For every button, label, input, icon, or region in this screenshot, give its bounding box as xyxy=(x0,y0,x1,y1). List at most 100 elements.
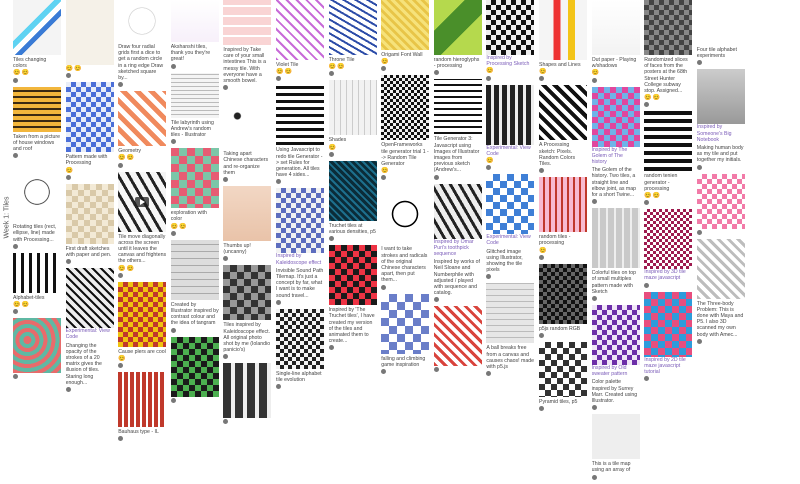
reaction-emoji[interactable]: 😊😊 xyxy=(171,224,219,230)
tile-card[interactable]: The Three-body Problem: This is done wit… xyxy=(696,238,745,344)
tile-card[interactable]: A Processing sketch: Pixels. Random Colo… xyxy=(539,85,587,174)
avatar[interactable] xyxy=(118,436,124,442)
inspiration-link[interactable]: Inspired by 3D tile maze javascript xyxy=(644,269,692,281)
tile-card[interactable]: 😊😊 xyxy=(65,0,114,79)
tile-card[interactable]: Akshanshi tiles, thank you they're great… xyxy=(170,0,219,69)
avatar[interactable] xyxy=(13,243,18,249)
tile-card[interactable]: p5js random RGB xyxy=(539,263,587,339)
tile-thumbnail[interactable] xyxy=(13,0,61,55)
avatar[interactable] xyxy=(433,174,439,180)
tile-card[interactable]: random tenien generator - processing 😊😊 xyxy=(644,111,693,206)
tile-card[interactable]: falling and climbing game inspiration xyxy=(381,293,430,375)
tile-thumbnail[interactable] xyxy=(381,75,430,141)
avatar[interactable] xyxy=(65,259,71,265)
avatar[interactable] xyxy=(118,82,124,88)
avatar[interactable] xyxy=(433,297,439,303)
avatar[interactable] xyxy=(328,151,334,157)
inspiration-link[interactable]: Inspired by Kaleidoscope effect xyxy=(276,253,324,265)
avatar[interactable] xyxy=(13,309,18,315)
reaction-emoji[interactable]: 😊 xyxy=(486,68,534,74)
tile-thumbnail[interactable] xyxy=(276,0,324,60)
tile-thumbnail[interactable] xyxy=(486,174,535,235)
avatar[interactable] xyxy=(539,254,544,260)
tile-thumbnail[interactable] xyxy=(381,184,430,245)
avatar[interactable] xyxy=(328,345,334,351)
tile-card[interactable] xyxy=(223,363,272,425)
avatar[interactable] xyxy=(644,376,650,382)
inspiration-link[interactable]: Experimental: View Code xyxy=(66,328,114,340)
tile-card[interactable]: OpenFrameworks tile generator trial 1 --… xyxy=(381,75,430,181)
avatar[interactable] xyxy=(381,369,387,375)
avatar[interactable] xyxy=(539,406,544,412)
avatar[interactable] xyxy=(276,179,281,185)
tile-thumbnail[interactable] xyxy=(539,342,587,398)
tile-thumbnail[interactable] xyxy=(223,265,272,321)
tile-card[interactable]: Inspired by 'The Truchet tiles', I have … xyxy=(328,245,377,351)
avatar[interactable] xyxy=(696,338,702,344)
tile-card[interactable]: Inspired by 2D tile maze javascript tuto… xyxy=(644,291,693,382)
tile-card[interactable]: Pattern made with Processing 😊 xyxy=(65,82,114,180)
avatar[interactable] xyxy=(118,272,124,278)
tile-card[interactable]: Taking apart Chinese characters and re-o… xyxy=(223,94,272,183)
inspiration-link[interactable]: Inspired by Old sweater pattern xyxy=(592,365,640,377)
tile-card[interactable]: Shades 😊 xyxy=(328,80,377,157)
tile-thumbnail[interactable] xyxy=(539,0,587,60)
tile-thumbnail[interactable] xyxy=(276,85,324,146)
tile-thumbnail[interactable] xyxy=(433,183,482,239)
reaction-emoji[interactable]: 😊😊 xyxy=(644,193,692,199)
avatar[interactable] xyxy=(381,66,387,72)
avatar[interactable] xyxy=(276,299,281,305)
avatar[interactable] xyxy=(486,75,492,81)
inspiration-link[interactable]: Experimental: View Code xyxy=(486,234,534,246)
tile-thumbnail[interactable] xyxy=(170,0,219,42)
reaction-emoji[interactable]: 😊😊 xyxy=(644,95,692,101)
avatar[interactable] xyxy=(223,85,229,91)
avatar[interactable] xyxy=(118,162,124,168)
tile-thumbnail[interactable] xyxy=(644,111,693,172)
tile-thumbnail[interactable] xyxy=(696,69,745,125)
avatar[interactable] xyxy=(223,177,229,183)
tile-thumbnail[interactable] xyxy=(591,86,640,147)
tile-card[interactable] xyxy=(433,306,482,373)
tile-card[interactable]: Tiles inspired by Kaleidoscope effect. A… xyxy=(223,265,272,360)
inspiration-link[interactable]: Inspired by Omar Puri's toothpick sequen… xyxy=(434,239,482,258)
tile-card[interactable]: Colorful tiles on top of small multiples… xyxy=(591,208,640,302)
tile-thumbnail[interactable] xyxy=(276,308,324,369)
tile-thumbnail[interactable] xyxy=(539,177,587,233)
tile-thumbnail[interactable] xyxy=(223,363,272,419)
tile-card[interactable]: Pyramid tiles, p5 xyxy=(539,342,587,412)
tile-thumbnail[interactable] xyxy=(328,0,377,55)
tile-thumbnail[interactable] xyxy=(65,268,114,329)
avatar[interactable] xyxy=(170,397,176,403)
avatar[interactable] xyxy=(591,296,597,302)
avatar[interactable] xyxy=(276,384,281,390)
tile-card[interactable] xyxy=(170,336,219,403)
tile-card[interactable]: Tiles changing colors 😊😊 xyxy=(13,0,61,83)
tile-card[interactable]: Geometry 😊😊 xyxy=(118,91,167,168)
avatar[interactable] xyxy=(539,76,544,82)
avatar[interactable] xyxy=(328,236,334,242)
tile-thumbnail[interactable] xyxy=(644,209,693,270)
reaction-emoji[interactable]: 😊😊 xyxy=(118,266,166,272)
avatar[interactable] xyxy=(65,387,71,393)
tile-thumbnail[interactable] xyxy=(539,263,587,324)
tile-thumbnail[interactable] xyxy=(591,0,640,55)
avatar[interactable] xyxy=(696,164,702,170)
avatar[interactable] xyxy=(328,71,334,77)
tile-thumbnail[interactable] xyxy=(696,238,745,299)
tile-card[interactable]: Created by Illustrator inspired by contr… xyxy=(170,239,219,333)
tile-thumbnail[interactable] xyxy=(328,80,377,136)
reaction-emoji[interactable]: 😊 xyxy=(381,59,429,65)
tile-card[interactable]: Alphabet-tiles 😊😊 xyxy=(13,252,61,315)
inspiration-link[interactable]: Inspired by Someone's Big Notebook xyxy=(697,124,745,143)
tile-card[interactable]: First draft sketches with paper and pen. xyxy=(65,183,114,265)
avatar[interactable] xyxy=(276,76,281,82)
avatar[interactable] xyxy=(486,274,492,280)
avatar[interactable] xyxy=(223,354,229,360)
tile-card[interactable]: Cause plers are cool 😊 xyxy=(118,281,167,369)
tile-card[interactable]: Experimental: View Code Changing the opac… xyxy=(65,268,114,393)
tile-card[interactable]: Truchet tiles at various densities, p5 xyxy=(328,160,377,242)
tile-thumbnail[interactable] xyxy=(381,293,430,354)
tile-thumbnail[interactable] xyxy=(170,336,219,397)
tile-thumbnail[interactable] xyxy=(13,162,61,223)
